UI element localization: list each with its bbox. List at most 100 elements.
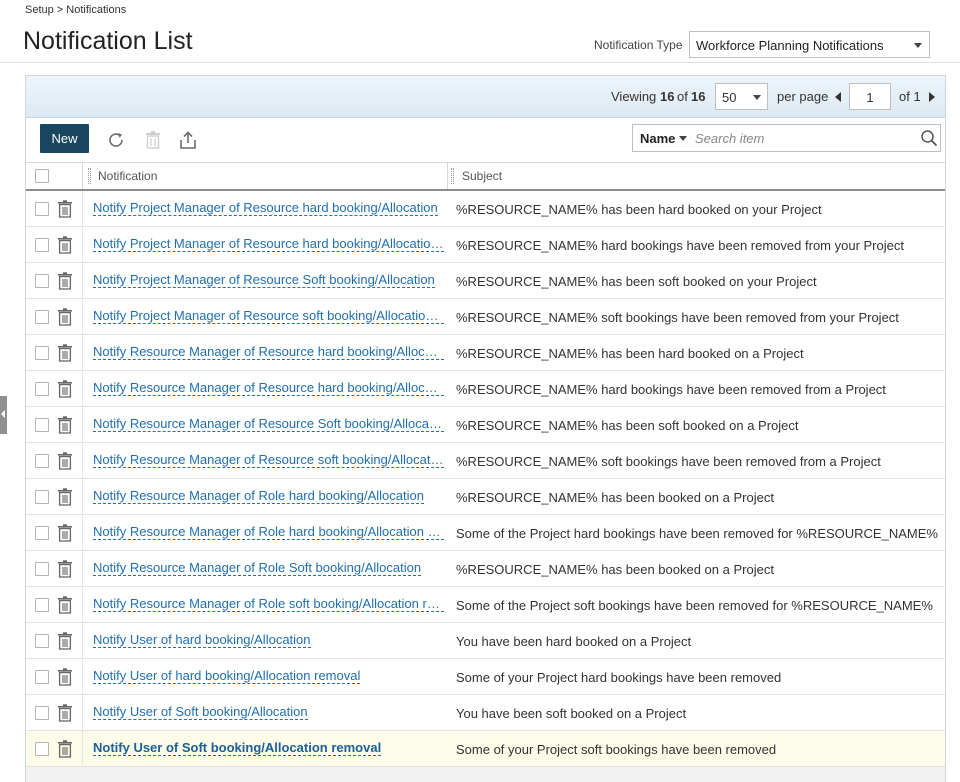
table-row[interactable]: Notify Resource Manager of Role hard boo… bbox=[26, 515, 945, 551]
export-icon[interactable] bbox=[178, 130, 198, 150]
refresh-icon[interactable] bbox=[106, 130, 126, 150]
trash-icon[interactable] bbox=[57, 524, 73, 542]
table-row[interactable]: Notify Project Manager of Resource hard … bbox=[26, 227, 945, 263]
collapse-panel-icon bbox=[1, 410, 5, 418]
row-checkbox[interactable] bbox=[35, 706, 49, 720]
trash-icon[interactable] bbox=[57, 488, 73, 506]
trash-icon[interactable] bbox=[57, 740, 73, 758]
header-divider bbox=[0, 62, 960, 63]
notification-type-select[interactable]: Workforce Planning Notifications bbox=[689, 31, 930, 58]
row-checkbox[interactable] bbox=[35, 274, 49, 288]
table-row[interactable]: Notify User of Soft booking/Allocation r… bbox=[26, 731, 945, 767]
notification-subject: %RESOURCE_NAME% has been booked on a Pro… bbox=[456, 490, 774, 505]
notification-link[interactable]: Notify User of Soft booking/Allocation r… bbox=[93, 740, 382, 756]
row-checkbox[interactable] bbox=[35, 598, 49, 612]
table-row[interactable]: Notify Resource Manager of Resource Soft… bbox=[26, 407, 945, 443]
row-checkbox[interactable] bbox=[35, 346, 49, 360]
table-row[interactable]: Notify Resource Manager of Resource hard… bbox=[26, 371, 945, 407]
column-header-notification[interactable]: Notification bbox=[98, 169, 157, 183]
row-checkbox[interactable] bbox=[35, 454, 49, 468]
table-row[interactable]: Notify User of hard booking/Allocation Yo… bbox=[26, 623, 945, 659]
column-resize-handle[interactable] bbox=[88, 168, 91, 184]
notification-link[interactable]: Notify Resource Manager of Resource soft… bbox=[93, 452, 444, 468]
select-all-checkbox[interactable] bbox=[35, 169, 49, 183]
per-page-label: per page bbox=[777, 89, 829, 104]
search-field-select[interactable]: Name bbox=[640, 131, 675, 146]
notification-subject: %RESOURCE_NAME% hard bookings have been … bbox=[456, 238, 904, 253]
trash-icon[interactable] bbox=[57, 560, 73, 578]
table-row[interactable]: Notify Resource Manager of Role soft boo… bbox=[26, 587, 945, 623]
notification-link[interactable]: Notify Project Manager of Resource Soft … bbox=[93, 272, 435, 288]
trash-icon[interactable] bbox=[57, 668, 73, 686]
trash-icon[interactable] bbox=[143, 130, 163, 150]
row-checkbox[interactable] bbox=[35, 742, 49, 756]
row-checkbox[interactable] bbox=[35, 526, 49, 540]
row-checkbox[interactable] bbox=[35, 634, 49, 648]
column-resize-handle[interactable] bbox=[451, 168, 454, 184]
row-checkbox[interactable] bbox=[35, 490, 49, 504]
row-checkbox[interactable] bbox=[35, 310, 49, 324]
notification-link[interactable]: Notify Resource Manager of Resource Soft… bbox=[93, 416, 444, 432]
table-row[interactable]: Notify Project Manager of Resource Soft … bbox=[26, 263, 945, 299]
row-checkbox[interactable] bbox=[35, 202, 49, 216]
new-button[interactable]: New bbox=[40, 124, 89, 153]
table-row[interactable]: Notify Project Manager of Resource hard … bbox=[26, 191, 945, 227]
trash-icon[interactable] bbox=[57, 704, 73, 722]
notification-subject: %RESOURCE_NAME% has been soft booked on … bbox=[456, 274, 817, 289]
notification-link[interactable]: Notify Resource Manager of Role Soft boo… bbox=[93, 560, 422, 576]
breadcrumb[interactable]: Setup > Notifications bbox=[25, 4, 126, 16]
trash-icon[interactable] bbox=[57, 416, 73, 434]
table-row[interactable]: Notify Project Manager of Resource soft … bbox=[26, 299, 945, 335]
notification-list-panel: Viewing 16 of 16 50 per page 1 of 1 New bbox=[25, 75, 946, 782]
notification-link[interactable]: Notify Project Manager of Resource hard … bbox=[93, 236, 444, 252]
notification-link[interactable]: Notify Project Manager of Resource soft … bbox=[93, 308, 444, 324]
row-checkbox[interactable] bbox=[35, 562, 49, 576]
table-row[interactable]: Notify Resource Manager of Role hard boo… bbox=[26, 479, 945, 515]
table-row[interactable]: Notify Resource Manager of Resource soft… bbox=[26, 443, 945, 479]
trash-icon[interactable] bbox=[57, 308, 73, 326]
notification-link[interactable]: Notify Resource Manager of Role hard boo… bbox=[93, 488, 424, 504]
trash-icon[interactable] bbox=[57, 344, 73, 362]
prev-page-icon[interactable] bbox=[835, 92, 841, 102]
per-page-value: 50 bbox=[722, 90, 737, 105]
notification-subject: Some of the Project hard bookings have b… bbox=[456, 526, 938, 541]
column-header-subject[interactable]: Subject bbox=[462, 169, 502, 183]
row-checkbox[interactable] bbox=[35, 418, 49, 432]
row-checkbox[interactable] bbox=[35, 382, 49, 396]
trash-icon[interactable] bbox=[57, 452, 73, 470]
side-panel-toggle[interactable] bbox=[0, 396, 7, 434]
table-row[interactable]: Notify Resource Manager of Role Soft boo… bbox=[26, 551, 945, 587]
table-row[interactable]: Notify User of hard booking/Allocation r… bbox=[26, 659, 945, 695]
trash-icon[interactable] bbox=[57, 200, 73, 218]
viewing-label: Viewing bbox=[611, 89, 657, 104]
row-divider bbox=[82, 587, 83, 622]
notification-subject: %RESOURCE_NAME% has been hard booked on … bbox=[456, 346, 804, 361]
next-page-icon[interactable] bbox=[929, 92, 935, 102]
notification-link[interactable]: Notify Resource Manager of Resource hard… bbox=[93, 380, 444, 396]
notification-link[interactable]: Notify Resource Manager of Role hard boo… bbox=[93, 524, 444, 540]
page-title: Notification List bbox=[23, 27, 193, 55]
notification-link[interactable]: Notify User of hard booking/Allocation bbox=[93, 632, 311, 648]
search-input[interactable]: Search item bbox=[695, 131, 764, 146]
row-checkbox[interactable] bbox=[35, 670, 49, 684]
trash-icon[interactable] bbox=[57, 236, 73, 254]
page-number-input[interactable]: 1 bbox=[849, 83, 891, 110]
notification-link[interactable]: Notify Resource Manager of Resource hard… bbox=[93, 344, 444, 360]
grid-footer bbox=[26, 767, 945, 782]
notification-link[interactable]: Notify Resource Manager of Role soft boo… bbox=[93, 596, 444, 612]
trash-icon[interactable] bbox=[57, 380, 73, 398]
table-row[interactable]: Notify Resource Manager of Resource hard… bbox=[26, 335, 945, 371]
viewing-of-label: of bbox=[677, 89, 688, 104]
trash-icon[interactable] bbox=[57, 272, 73, 290]
chevron-down-icon[interactable] bbox=[679, 136, 687, 141]
notification-link[interactable]: Notify User of hard booking/Allocation r… bbox=[93, 668, 361, 684]
row-divider bbox=[82, 695, 83, 730]
trash-icon[interactable] bbox=[57, 596, 73, 614]
search-icon[interactable] bbox=[920, 129, 938, 147]
notification-link[interactable]: Notify User of Soft booking/Allocation bbox=[93, 704, 308, 720]
table-row[interactable]: Notify User of Soft booking/Allocation Yo… bbox=[26, 695, 945, 731]
per-page-select[interactable]: 50 bbox=[715, 83, 768, 110]
notification-link[interactable]: Notify Project Manager of Resource hard … bbox=[93, 200, 438, 216]
row-checkbox[interactable] bbox=[35, 238, 49, 252]
trash-icon[interactable] bbox=[57, 632, 73, 650]
